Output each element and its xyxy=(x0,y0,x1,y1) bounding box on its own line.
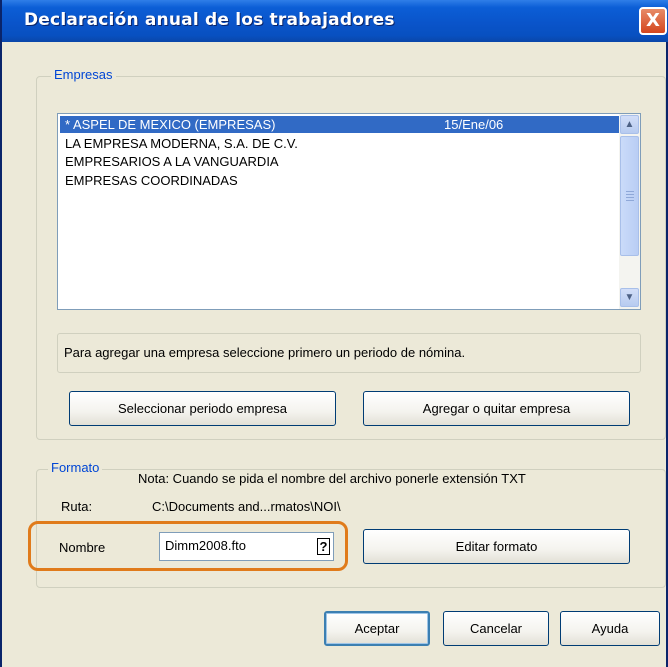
list-scrollbar[interactable]: ▲ ▼ xyxy=(619,114,640,309)
nombre-value: Dimm2008.fto xyxy=(165,538,246,553)
list-item-name: LA EMPRESA MODERNA, S.A. DE C.V. xyxy=(65,136,298,151)
empresas-legend: Empresas xyxy=(51,67,116,82)
formato-legend: Formato xyxy=(48,460,103,475)
info-text: Para agregar una empresa seleccione prim… xyxy=(64,345,466,360)
list-item[interactable]: LA EMPRESA MODERNA, S.A. DE C.V. xyxy=(60,135,619,152)
select-period-button[interactable]: Seleccionar periodo empresa xyxy=(69,391,336,426)
scroll-up-button[interactable]: ▲ xyxy=(620,115,639,134)
nombre-label: Nombre xyxy=(59,540,106,555)
scroll-down-button[interactable]: ▼ xyxy=(620,288,639,307)
edit-format-button[interactable]: Editar formato xyxy=(363,529,630,564)
list-item[interactable]: EMPRESARIOS A LA VANGUARDIA xyxy=(60,153,619,170)
list-item[interactable]: * ASPEL DE MEXICO (EMPRESAS) 15/Ene/06 xyxy=(60,116,619,133)
title-bar[interactable]: Declaración anual de los trabajadores X xyxy=(2,0,668,42)
dialog-window: Declaración anual de los trabajadores X … xyxy=(0,0,668,667)
accept-button[interactable]: Aceptar xyxy=(324,611,430,646)
add-remove-company-button[interactable]: Agregar o quitar empresa xyxy=(363,391,630,426)
empresas-listbox[interactable]: * ASPEL DE MEXICO (EMPRESAS) 15/Ene/06 L… xyxy=(57,113,641,310)
close-icon[interactable]: X xyxy=(639,7,667,35)
list-item-date: 15/Ene/06 xyxy=(444,117,504,132)
help-button[interactable]: Ayuda xyxy=(560,611,660,646)
format-note: Nota: Cuando se pida el nombre del archi… xyxy=(138,471,526,486)
cancel-button[interactable]: Cancelar xyxy=(443,611,549,646)
ruta-label: Ruta: xyxy=(61,499,93,514)
info-box: Para agregar una empresa seleccione prim… xyxy=(57,333,641,373)
window-title: Declaración anual de los trabajadores xyxy=(24,10,395,30)
nombre-input[interactable]: Dimm2008.fto ? xyxy=(159,532,334,561)
help-icon[interactable]: ? xyxy=(317,538,330,555)
scroll-thumb[interactable] xyxy=(620,136,639,256)
list-item-name: EMPRESAS COORDINADAS xyxy=(65,173,238,188)
list-item[interactable]: EMPRESAS COORDINADAS xyxy=(60,172,619,189)
ruta-value: C:\Documents and...rmatos\NOI\ xyxy=(152,499,341,514)
list-item-name: EMPRESARIOS A LA VANGUARDIA xyxy=(65,154,279,169)
list-item-name: * ASPEL DE MEXICO (EMPRESAS) xyxy=(65,117,276,132)
